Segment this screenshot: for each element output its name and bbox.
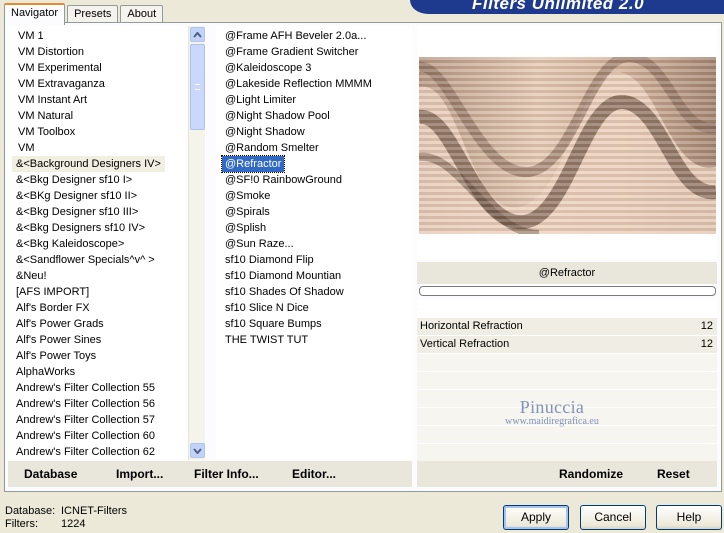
progress-bar [419, 286, 716, 296]
filter-item[interactable]: @Frame AFH Beveler 2.0a... [222, 28, 369, 44]
category-item[interactable]: VM Experimental [14, 60, 106, 76]
category-item[interactable]: VM Toolbox [14, 124, 79, 140]
chevron-down-icon [193, 447, 202, 454]
param-row-empty [417, 354, 717, 371]
right-button-bar: Randomize Reset [417, 461, 717, 487]
category-item[interactable]: &<Bkg Designers sf10 IV> [12, 220, 149, 236]
import-button[interactable]: Import... [116, 461, 163, 487]
category-item[interactable]: &<Bkg Kaleidoscope> [12, 236, 128, 252]
parameter-panel: Horizontal Refraction 12 Vertical Refrac… [417, 300, 717, 461]
category-item[interactable]: VM Instant Art [14, 92, 91, 108]
status-filters-label: Filters: [5, 518, 38, 530]
category-item[interactable]: Andrew's Filter Collection 55 [12, 380, 159, 396]
filter-item[interactable]: @Lakeside Reflection MMMM [222, 76, 375, 92]
category-item[interactable]: &<Bkg Designer sf10 I> [12, 172, 136, 188]
filter-list[interactable]: @Frame AFH Beveler 2.0a... @Frame Gradien… [216, 26, 412, 460]
category-item[interactable]: Alf's Power Sines [12, 332, 105, 348]
help-button[interactable]: Help [656, 505, 722, 530]
tab-bar: Navigator Presets About [4, 3, 165, 25]
filter-info-button[interactable]: Filter Info... [194, 461, 259, 487]
cancel-button[interactable]: Cancel [580, 505, 646, 530]
category-item[interactable]: &<Sandflower Specials^v^ > [12, 252, 159, 268]
reset-button[interactable]: Reset [657, 461, 690, 487]
category-item[interactable]: VM [14, 140, 39, 156]
param-label: Horizontal Refraction [420, 320, 523, 332]
category-item[interactable]: VM Natural [14, 108, 77, 124]
scroll-down-button[interactable] [190, 443, 205, 458]
category-item[interactable]: VM Distortion [14, 44, 88, 60]
category-item[interactable]: [AFS IMPORT] [12, 284, 93, 300]
param-row-empty [417, 426, 717, 443]
category-item[interactable]: VM Extravaganza [14, 76, 109, 92]
left-button-bar: Database Import... Filter Info... Editor… [8, 461, 412, 487]
filter-item[interactable]: @Frame Gradient Switcher [222, 44, 361, 60]
editor-button[interactable]: Editor... [292, 461, 336, 487]
category-item[interactable]: &<Bkg Designer sf10 III> [12, 204, 142, 220]
filter-item[interactable]: sf10 Shades Of Shadow [222, 284, 347, 300]
filter-item[interactable]: THE TWIST TUT [222, 332, 311, 348]
filter-item[interactable]: @Spirals [222, 204, 273, 220]
param-row-empty [417, 372, 717, 389]
status-database-label: Database: [5, 505, 56, 517]
category-item[interactable]: Andrew's Filter Collection 56 [12, 396, 159, 412]
category-item[interactable]: VM 1 [14, 28, 48, 44]
scroll-thumb[interactable] [190, 44, 205, 130]
param-row-empty [417, 444, 717, 461]
filter-item[interactable]: @Random Smelter [222, 140, 322, 156]
filter-item[interactable]: sf10 Square Bumps [222, 316, 325, 332]
filter-item[interactable]: @Smoke [222, 188, 273, 204]
filter-item[interactable]: sf10 Diamond Mountian [222, 268, 344, 284]
status-database: Database: ICNET-Filters [5, 505, 127, 518]
param-value: 12 [700, 320, 713, 332]
filter-item[interactable]: @Night Shadow [222, 124, 308, 140]
tab-navigator[interactable]: Navigator [4, 3, 66, 25]
apply-button[interactable]: Apply [503, 505, 569, 530]
filter-item[interactable]: sf10 Slice N Dice [222, 300, 312, 316]
category-item[interactable]: &Neu! [12, 268, 51, 284]
param-row-vertical-refraction[interactable]: Vertical Refraction 12 [417, 336, 717, 353]
brand-title: Filters Unlimited 2.0 [472, 0, 645, 13]
scroll-up-button[interactable] [190, 27, 205, 42]
status-filters-value: 1224 [61, 518, 86, 530]
watermark-name: Pinuccia [519, 397, 585, 417]
category-item[interactable]: Alf's Power Toys [12, 348, 100, 364]
param-value: 12 [700, 338, 713, 350]
chevron-up-icon [193, 31, 202, 38]
watermark: Pinuccia www.maidiregrafica.eu [482, 398, 622, 428]
category-item[interactable]: Andrew's Filter Collection 62 [12, 444, 159, 460]
randomize-button[interactable]: Randomize [559, 461, 623, 487]
watermark-site: www.maidiregrafica.eu [505, 416, 599, 427]
category-item[interactable]: Andrew's Filter Collection 57 [12, 412, 159, 428]
filter-item[interactable]: sf10 Diamond Flip [222, 252, 317, 268]
category-item[interactable]: &<BKg Designer sf10 II> [12, 188, 141, 204]
category-list[interactable]: VM 1 VM Distortion VM Experimental VM Extra… [8, 26, 206, 460]
category-item[interactable]: Alf's Power Grads [12, 316, 108, 332]
status-filters: Filters: 1224 [5, 518, 85, 531]
current-filter-name: @Refractor [417, 262, 717, 284]
category-item[interactable]: &<Background Designers IV> [12, 156, 165, 172]
database-button[interactable]: Database [24, 461, 77, 487]
status-database-value: ICNET-Filters [61, 505, 127, 517]
filter-item[interactable]: @Sun Raze... [222, 236, 297, 252]
param-row-horizontal-refraction[interactable]: Horizontal Refraction 12 [417, 318, 717, 335]
filter-item[interactable]: @Splish [222, 220, 269, 236]
category-item[interactable]: AlphaWorks [12, 364, 79, 380]
category-item[interactable]: Alf's Border FX [12, 300, 94, 316]
filter-item[interactable]: @Light Limiter [222, 92, 299, 108]
preview-image [419, 57, 716, 234]
filter-item[interactable]: @Refractor [220, 155, 286, 173]
category-item[interactable]: Andrew's Filter Collection 60 [12, 428, 159, 444]
filter-item[interactable]: @SF!0 RainbowGround [222, 172, 345, 188]
filter-item[interactable]: @Kaleidoscope 3 [222, 60, 314, 76]
category-scrollbar[interactable] [188, 26, 205, 460]
brand-banner: Filters Unlimited 2.0 [410, 0, 724, 14]
param-label: Vertical Refraction [420, 338, 510, 350]
filter-item[interactable]: @Night Shadow Pool [222, 108, 333, 124]
